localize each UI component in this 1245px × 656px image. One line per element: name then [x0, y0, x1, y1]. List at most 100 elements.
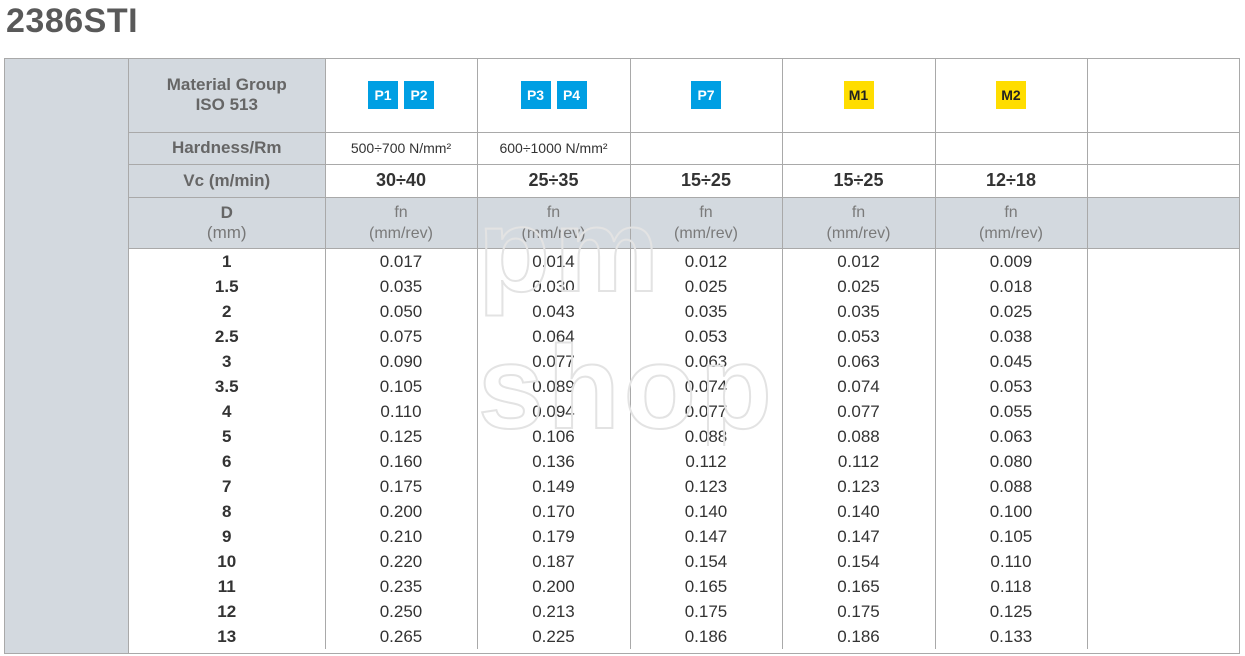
feed-unit: fn (mm/rev) [476, 197, 630, 249]
feed-value: 0.265 [324, 623, 477, 649]
feed-value: 0.053 [781, 323, 935, 349]
diameter-value: 12 [217, 601, 237, 621]
table-row: 6 0.160 0.136 0.112 0.112 0.080 [129, 448, 1239, 474]
feed-value: 0.043 [476, 298, 630, 324]
feed-value: 0.025 [629, 273, 782, 299]
feed-unit: fn (mm/rev) [629, 197, 782, 249]
feed-value: 0.147 [781, 523, 935, 549]
table-row: 7 0.175 0.149 0.123 0.123 0.088 [129, 473, 1239, 499]
diameter-value: 9 [222, 526, 232, 546]
empty-cell [1086, 598, 1239, 624]
empty-cell [1086, 248, 1239, 274]
diameter-value: 4 [222, 401, 232, 421]
feed-value: 0.030 [476, 273, 630, 299]
vc-value: 15÷25 [781, 164, 935, 198]
vc-value: 30÷40 [324, 164, 477, 198]
empty-cell [1086, 164, 1239, 198]
cutting-data-table: Material Group ISO 513 P1 P2 P3 P4 P7 M1 M… [129, 59, 1239, 649]
feed-value: 0.053 [629, 323, 782, 349]
feed-value: 0.077 [476, 348, 630, 374]
feed-value: 0.235 [324, 573, 477, 599]
diameter-value: 2 [222, 301, 232, 321]
empty-cell [1086, 548, 1239, 574]
hardness-value: 500÷700 N/mm² [324, 132, 477, 165]
diameter-value: 3.5 [214, 376, 239, 396]
feed-unit: fn (mm/rev) [324, 197, 477, 249]
material-badge-m1: M1 [843, 81, 874, 110]
feed-value: 0.154 [629, 548, 782, 574]
feed-value: 0.063 [781, 348, 935, 374]
feed-unit: fn (mm/rev) [934, 197, 1087, 249]
diameter-value: 11 [217, 576, 236, 596]
feed-value: 0.088 [934, 473, 1087, 499]
hardness-value [781, 132, 935, 165]
diameter-value: 2.5 [214, 326, 239, 346]
feed-value: 0.105 [934, 523, 1087, 549]
feed-value: 0.035 [324, 273, 477, 299]
material-badge-p2: P2 [404, 81, 434, 110]
data-rows: 1 0.017 0.014 0.012 0.012 0.009 1.5 0.035 0.030 0… [129, 248, 1239, 649]
feed-value: 0.074 [781, 373, 935, 399]
hardness-value [934, 132, 1087, 165]
feed-value: 0.175 [629, 598, 782, 624]
feed-value: 0.077 [629, 398, 782, 424]
feed-value: 0.125 [324, 423, 477, 449]
vc-row: Vc (m/min) 30÷40 25÷35 15÷25 15÷25 12÷18 [129, 164, 1239, 198]
hardness-row: Hardness/Rm 500÷700 N/mm² 600÷1000 N/mm² [129, 132, 1239, 165]
empty-cell [1086, 398, 1239, 424]
feed-value: 0.118 [934, 573, 1087, 599]
diameter-label: D (mm) [129, 197, 325, 249]
empty-cell [1086, 348, 1239, 374]
feed-value: 0.106 [476, 423, 630, 449]
feed-value: 0.017 [324, 248, 477, 274]
table-row: 1 0.017 0.014 0.012 0.012 0.009 [129, 248, 1239, 274]
table-row: 4 0.110 0.094 0.077 0.077 0.055 [129, 398, 1239, 424]
empty-cell [1086, 59, 1239, 133]
vc-value: 25÷35 [476, 164, 630, 198]
diameter-value: 7 [222, 476, 232, 496]
feed-value: 0.200 [476, 573, 630, 599]
feed-value: 0.140 [629, 498, 782, 524]
feed-unit: fn (mm/rev) [781, 197, 935, 249]
empty-cell [1086, 448, 1239, 474]
feed-value: 0.186 [781, 623, 935, 649]
feed-value: 0.154 [781, 548, 935, 574]
feed-value: 0.160 [324, 448, 477, 474]
diameter-value: 6 [222, 451, 232, 471]
feed-value: 0.225 [476, 623, 630, 649]
feed-value: 0.080 [934, 448, 1087, 474]
table-row: 12 0.250 0.213 0.175 0.175 0.125 [129, 598, 1239, 624]
vc-value: 12÷18 [934, 164, 1087, 198]
table-row: 3 0.090 0.077 0.063 0.063 0.045 [129, 348, 1239, 374]
feed-value: 0.014 [476, 248, 630, 274]
diameter-value: 1 [222, 251, 232, 271]
material-badge-p1: P1 [368, 81, 398, 110]
material-cell: M2 [934, 59, 1087, 133]
diameter-value: 13 [217, 626, 237, 646]
material-group-row: Material Group ISO 513 P1 P2 P3 P4 P7 M1 M… [129, 59, 1239, 133]
feed-value: 0.200 [324, 498, 477, 524]
vc-value: 15÷25 [629, 164, 782, 198]
empty-cell [1086, 473, 1239, 499]
empty-cell [1086, 273, 1239, 299]
feed-value: 0.063 [629, 348, 782, 374]
feed-value: 0.140 [781, 498, 935, 524]
feed-value: 0.053 [934, 373, 1087, 399]
page-title: 2386STI [6, 2, 139, 40]
material-cell: P3 P4 [476, 59, 630, 133]
feed-value: 0.179 [476, 523, 630, 549]
feed-value: 0.149 [476, 473, 630, 499]
feed-value: 0.025 [781, 273, 935, 299]
feed-value: 0.220 [324, 548, 477, 574]
material-badge-p4: P4 [556, 81, 587, 110]
feed-value: 0.175 [324, 473, 477, 499]
feed-value: 0.055 [934, 398, 1087, 424]
table-row: 11 0.235 0.200 0.165 0.165 0.118 [129, 573, 1239, 599]
feed-value: 0.088 [781, 423, 935, 449]
feed-value: 0.133 [934, 623, 1087, 649]
material-cell: P1 P2 [324, 59, 477, 133]
feed-value: 0.045 [934, 348, 1087, 374]
empty-cell [1086, 623, 1239, 649]
material-badge-p7: P7 [691, 81, 721, 110]
table-row: 8 0.200 0.170 0.140 0.140 0.100 [129, 498, 1239, 524]
